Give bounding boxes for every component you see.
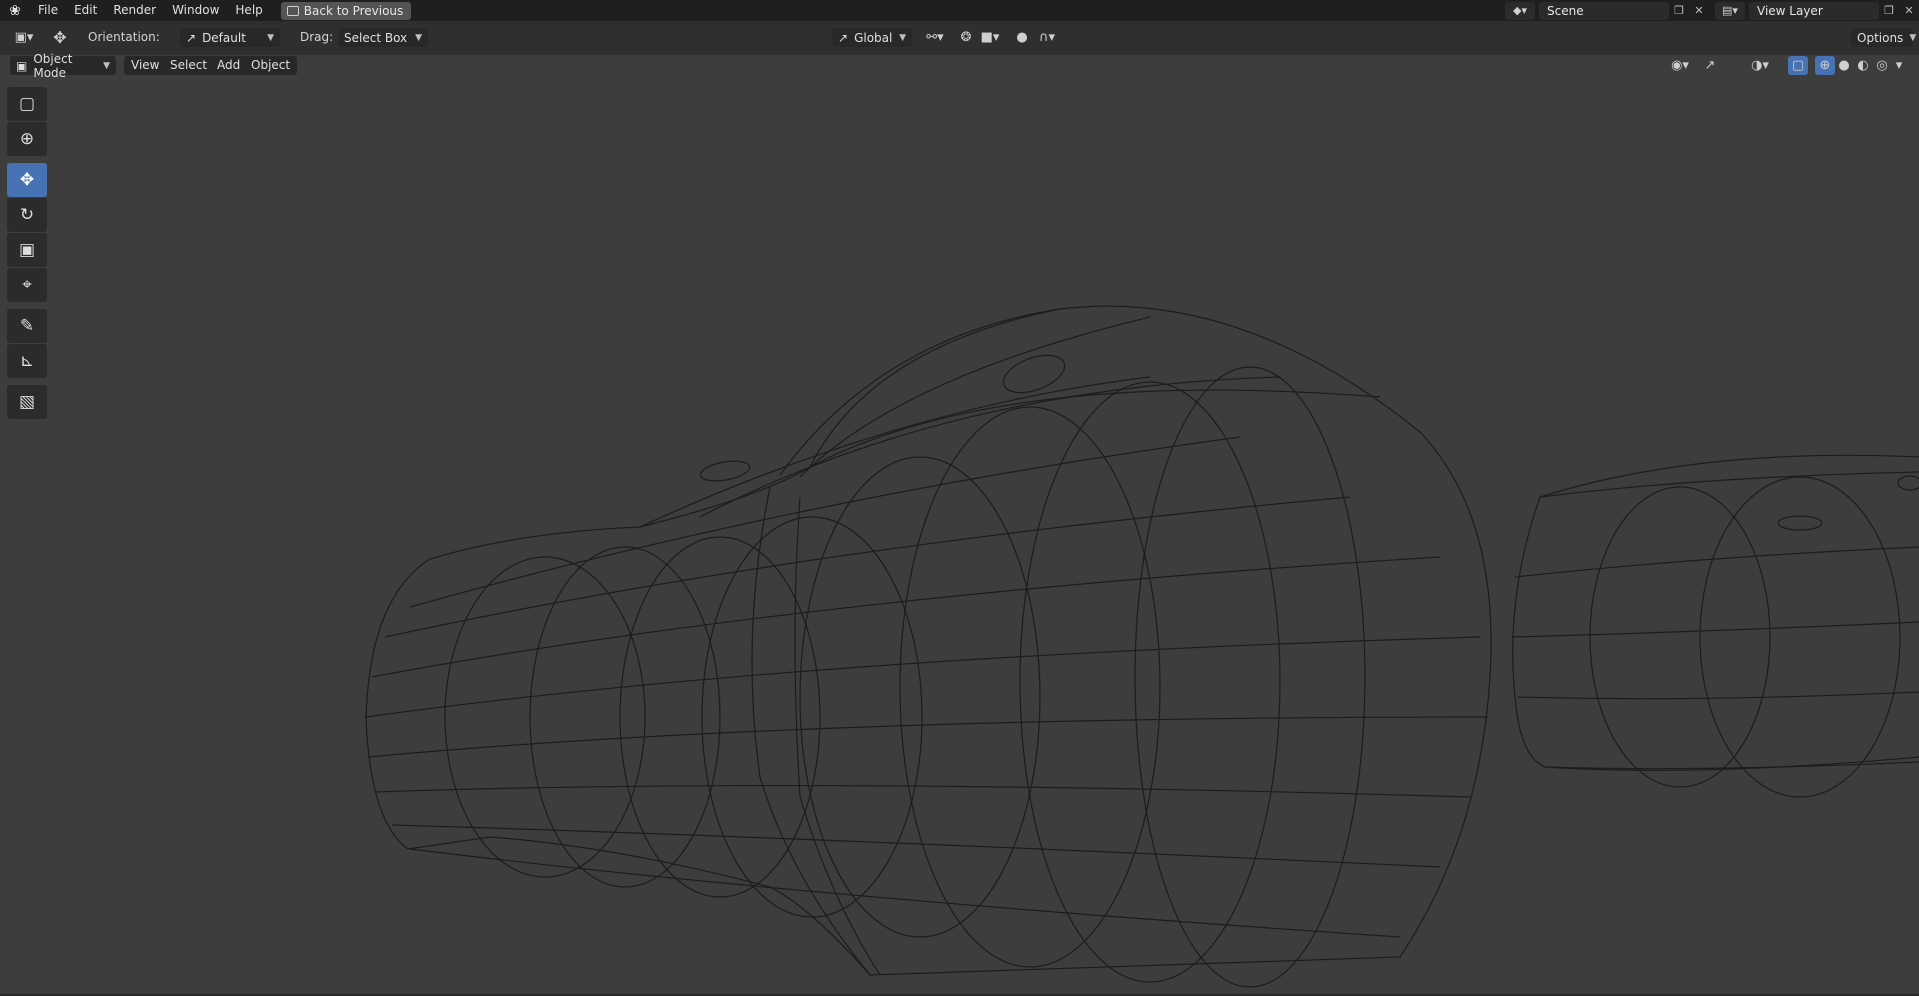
material-shading-icon[interactable]: ◐ [1853, 56, 1873, 75]
menu-view[interactable]: View [124, 56, 167, 75]
annotate-icon[interactable]: ✎ [7, 309, 47, 343]
chevron-down-icon: ▼ [267, 32, 274, 43]
mesh-ring [529, 546, 721, 888]
menu-add[interactable]: Add [210, 56, 248, 75]
snap-icon[interactable]: ❂ [956, 28, 976, 47]
menu-help[interactable]: Help [227, 0, 270, 21]
chevron-down-icon: ▼ [1909, 32, 1917, 43]
orientation-label: Orientation: [88, 30, 160, 44]
copy-view-layer-icon[interactable]: ❐ [1879, 2, 1899, 20]
menu-file[interactable]: File [30, 0, 66, 21]
chevron-down-icon: ▼ [103, 60, 110, 71]
scene-name-field[interactable]: Scene [1539, 1, 1669, 20]
close-view-layer-icon[interactable]: ✕ [1899, 2, 1919, 20]
snap-target-icon[interactable]: ■▾ [974, 28, 1006, 47]
mesh-ring [899, 406, 1161, 968]
orientation-icon: ↗ [186, 30, 197, 45]
copy-scene-icon[interactable]: ❐ [1669, 2, 1689, 20]
mesh-slot [699, 460, 751, 482]
chevron-down-icon: ▼ [899, 32, 906, 43]
tool-settings-header: ▣▾ ✥ Orientation: ↗ Default ▼ Drag: Sele… [0, 21, 1919, 55]
overlays-icon[interactable]: ◑▾ [1745, 56, 1775, 75]
add-cube-icon[interactable]: ▧ [7, 385, 47, 419]
viewport-header: ▣ Object Mode ▼ View Select Add Object ◉… [0, 52, 1919, 80]
mesh-ring [1589, 486, 1771, 788]
object-mode-icon: ▣ [16, 58, 28, 73]
orientation-dropdown[interactable]: ↗ Default ▼ [180, 28, 280, 47]
select-box-icon[interactable]: ▢ [7, 87, 47, 121]
mesh-ring [1699, 476, 1901, 798]
mesh-ring [1019, 381, 1281, 983]
menu-object[interactable]: Object [244, 56, 298, 75]
mesh-ring [1134, 366, 1366, 988]
proportional-edit-icon[interactable]: ● [1012, 28, 1032, 47]
mode-value: Object Mode [33, 51, 73, 80]
rotate-icon[interactable]: ↻ [7, 198, 47, 232]
menu-window[interactable]: Window [164, 0, 227, 21]
mesh-slot [1777, 515, 1823, 531]
mesh-ring [799, 456, 1041, 938]
wireframe-shading-icon[interactable]: ⊕ [1815, 56, 1835, 75]
view-layer-icon[interactable]: ▤▾ [1715, 1, 1745, 20]
drag-dropdown[interactable]: Select Box ▼ [338, 28, 428, 47]
screen-icon [286, 5, 299, 16]
gizmo-icon[interactable]: ↗ [1700, 56, 1720, 75]
3d-viewport[interactable] [0, 77, 1919, 996]
menu-render[interactable]: Render [105, 0, 164, 21]
mesh-ring [701, 516, 923, 918]
blender-logo-icon[interactable]: ❀ [0, 0, 30, 21]
menu-edit[interactable]: Edit [66, 0, 105, 21]
options-dropdown[interactable]: Options ▼ [1851, 28, 1917, 47]
close-scene-icon[interactable]: ✕ [1689, 2, 1709, 20]
editor-type-icon[interactable]: ▣▾ [10, 28, 38, 47]
top-bar: ❀ File Edit Render Window Help Back to P… [0, 0, 1919, 21]
pivot-point-icon[interactable]: ⚯▾ [920, 28, 950, 47]
transform-orientation-dropdown[interactable]: ↗ Global ▼ [832, 28, 912, 47]
transform-icon[interactable]: ⌖ [7, 268, 47, 302]
rendered-shading-icon[interactable]: ◎ [1872, 56, 1892, 75]
mesh-slot [1897, 475, 1919, 491]
scene-icon[interactable]: ◆▾ [1505, 1, 1535, 20]
mesh-outline [365, 305, 1492, 976]
options-label: Options [1857, 30, 1904, 45]
drag-value: Select Box [344, 30, 408, 45]
back-to-previous-label: Back to Previous [303, 3, 404, 18]
drag-label: Drag: [300, 30, 334, 44]
scale-icon[interactable]: ▣ [7, 233, 47, 267]
chevron-down-icon: ▼ [415, 32, 422, 43]
wireframe-mesh [365, 305, 1919, 988]
solid-shading-icon[interactable]: ● [1834, 56, 1854, 75]
cursor-icon[interactable]: ⊕ [7, 122, 47, 156]
falloff-icon[interactable]: ∩▾ [1032, 28, 1062, 47]
mesh-slot [1002, 354, 1066, 394]
menu-select[interactable]: Select [163, 56, 215, 75]
move-icon[interactable]: ✥ [7, 163, 47, 197]
mode-dropdown[interactable]: ▣ Object Mode ▼ [10, 52, 116, 80]
visibility-icon[interactable]: ◉▾ [1665, 56, 1695, 75]
xray-icon[interactable]: ▢ [1788, 56, 1808, 75]
back-to-previous-button[interactable]: Back to Previous [280, 1, 412, 20]
global-axis-icon: ↗ [838, 30, 849, 45]
shading-options-icon[interactable]: ▾ [1892, 56, 1906, 75]
orientation-value: Default [202, 30, 246, 45]
move-tool-icon: ✥ [53, 28, 67, 47]
view-layer-field[interactable]: View Layer [1749, 1, 1879, 20]
measure-icon[interactable]: ⊾ [7, 344, 47, 378]
transform-orientation-value: Global [854, 30, 893, 45]
left-toolbar: ▢ ⊕ ✥ ↻ ▣ ⌖ ✎ ⊾ ▧ [7, 87, 47, 420]
scene-selector-area: ◆▾ Scene ❐ ✕ ▤▾ View Layer ❐ ✕ [1505, 0, 1919, 21]
